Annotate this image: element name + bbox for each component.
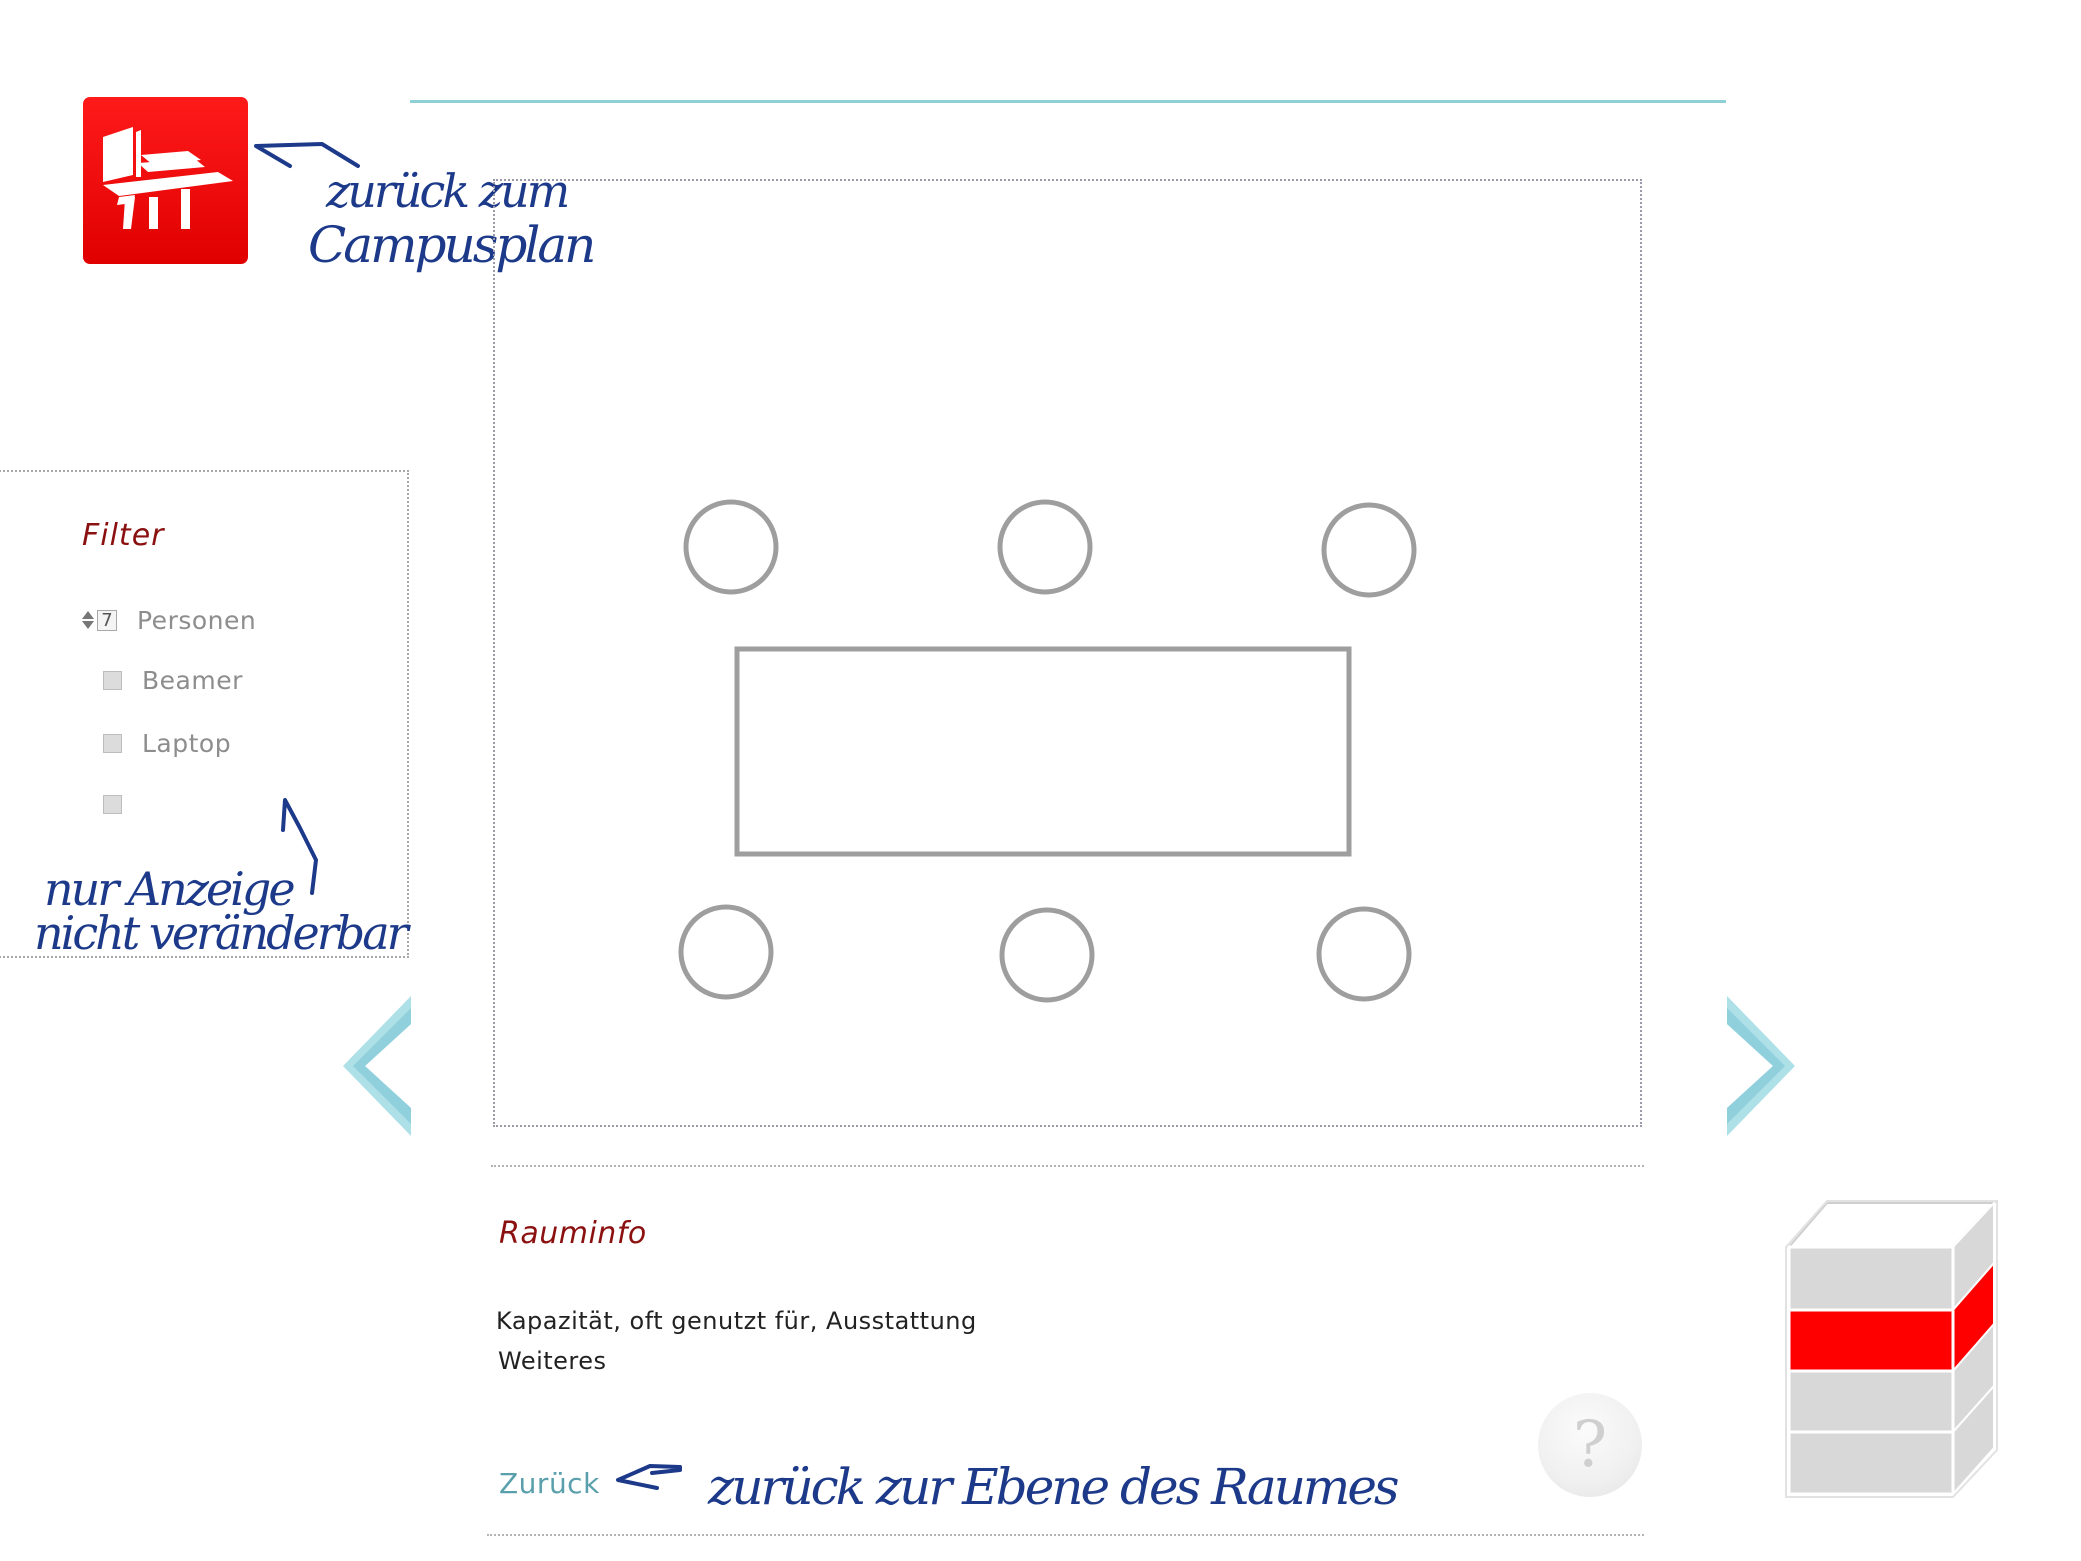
back-link[interactable]: Zurück: [499, 1467, 600, 1500]
campus-logo-icon[interactable]: [83, 97, 248, 264]
building-floors-icon[interactable]: [1783, 1200, 2009, 1503]
top-rule: [410, 100, 1726, 103]
annotation-back: zurück zur Ebene des Raumes: [708, 1458, 1400, 1516]
seat-top-right: [1321, 502, 1417, 598]
room-info-title: Rauminfo: [499, 1216, 647, 1251]
room-info-line1: Kapazität, oft genutzt für, Ausstattung: [496, 1307, 977, 1335]
annotation-filter-line2: nicht veränderbar: [34, 906, 409, 960]
laptop-label: Laptop: [142, 728, 232, 758]
seat-bottom-left: [678, 904, 774, 1000]
seat-top-left: [683, 499, 779, 595]
room-table: [734, 646, 1352, 857]
question-icon: ?: [1572, 1408, 1608, 1482]
persons-stepper[interactable]: 7: [82, 609, 117, 631]
room-info-line2: Weiteres: [498, 1347, 607, 1375]
stepper-arrows-icon[interactable]: [82, 611, 94, 629]
filter-row-laptop: Laptop: [103, 727, 231, 759]
floor-3-active: [1787, 1308, 1955, 1373]
seat-bottom-right: [1316, 906, 1412, 1002]
divider: [487, 1534, 1644, 1536]
filter-row-beamer: Beamer: [103, 664, 243, 696]
floor-1: [1787, 1430, 1955, 1496]
laptop-checkbox[interactable]: [103, 733, 122, 753]
beamer-label: Beamer: [142, 665, 243, 695]
help-button[interactable]: ?: [1538, 1393, 1642, 1497]
beamer-checkbox[interactable]: [103, 670, 122, 690]
floor-4: [1787, 1245, 1955, 1312]
filter-row-persons: 7 Personen: [82, 604, 256, 636]
floor-2: [1787, 1369, 1955, 1434]
room-layout: [678, 499, 1417, 1003]
persons-label: Personen: [137, 605, 257, 635]
extra-checkbox[interactable]: [103, 794, 122, 814]
seat-top-center: [997, 499, 1093, 595]
seat-bottom-center: [999, 907, 1095, 1003]
chevron-right-icon[interactable]: [1725, 996, 1795, 1136]
divider: [491, 1165, 1644, 1167]
chevron-left-icon[interactable]: [343, 996, 413, 1136]
filter-title: Filter: [82, 518, 165, 553]
persons-value: 7: [97, 609, 117, 631]
filter-row-extra: [103, 788, 142, 820]
